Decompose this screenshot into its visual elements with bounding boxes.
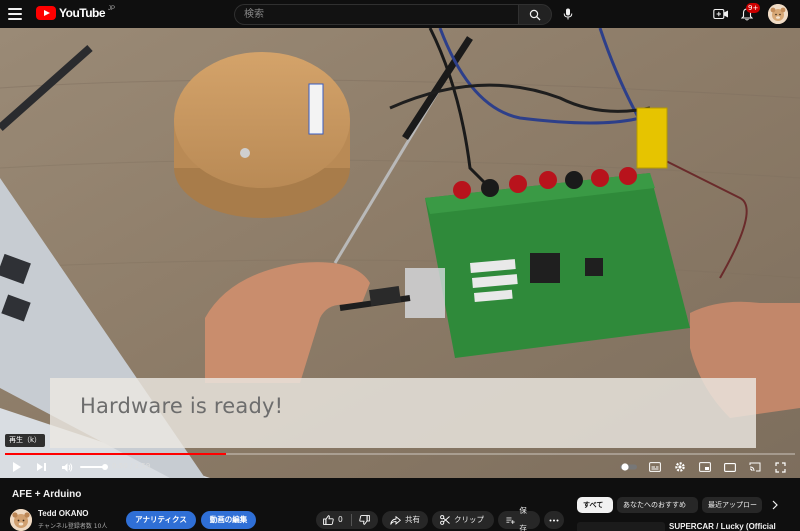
miniplayer-button[interactable] xyxy=(698,460,712,474)
channel-avatar-image xyxy=(10,509,32,531)
player-controls: 0:50 / 2:59 xyxy=(0,456,800,478)
subscriber-count: チャンネル登録者数 10人 xyxy=(38,523,108,530)
more-horizontal-icon xyxy=(549,519,559,521)
fullscreen-button[interactable] xyxy=(773,460,787,474)
recommendation-title[interactable]: SUPERCAR / Lucky (Official xyxy=(669,522,776,531)
menu-icon[interactable] xyxy=(8,5,26,23)
mute-button[interactable] xyxy=(60,460,74,474)
like-button[interactable]: 0 xyxy=(323,511,343,529)
play-button[interactable] xyxy=(10,460,24,474)
autoplay-toggle[interactable] xyxy=(620,460,638,474)
youtube-watch-page: YouTube JP 9+ xyxy=(0,0,800,531)
cast-icon xyxy=(749,462,761,472)
save-button[interactable]: 保存 xyxy=(498,506,540,531)
analytics-button[interactable]: アナリティクス xyxy=(126,511,196,529)
search-input[interactable] xyxy=(234,4,518,25)
share-icon xyxy=(390,515,401,525)
avatar-image xyxy=(768,4,788,24)
microphone-icon xyxy=(563,8,573,20)
video-caption-text: Hardware is ready! xyxy=(80,394,284,418)
clip-button[interactable]: クリップ xyxy=(432,511,494,529)
skip-next-icon xyxy=(36,463,46,471)
gear-icon xyxy=(675,462,685,472)
play-tooltip: 再生（k） xyxy=(5,434,46,447)
channel-name[interactable]: Tedd OKANO xyxy=(38,509,89,518)
channel-avatar[interactable] xyxy=(10,509,32,531)
recommendation-thumbnail[interactable] xyxy=(577,522,665,531)
more-actions-button[interactable] xyxy=(544,511,564,529)
search-bar xyxy=(234,4,552,25)
share-button[interactable]: 共有 xyxy=(382,511,428,529)
play-icon xyxy=(13,462,21,472)
clip-label: クリップ xyxy=(454,515,484,524)
progress-bar[interactable] xyxy=(5,453,795,455)
dislike-button[interactable] xyxy=(359,515,370,525)
notification-count-badge: 9+ xyxy=(746,3,761,13)
chip-recently-uploaded[interactable]: 最近アップロー xyxy=(702,497,762,513)
autoplay-toggle-icon xyxy=(620,463,637,471)
current-time: 0:50 xyxy=(112,462,128,470)
account-avatar[interactable] xyxy=(768,4,788,24)
playlist-add-icon xyxy=(506,517,515,524)
scissors-icon xyxy=(440,515,450,525)
video-title: AFE + Arduino xyxy=(12,489,82,500)
chip-recommended[interactable]: あなたへのおすすめ xyxy=(617,497,698,513)
fullscreen-icon xyxy=(774,461,786,473)
create-button[interactable] xyxy=(712,6,730,22)
youtube-play-logo-icon xyxy=(36,6,56,20)
thumbs-down-icon xyxy=(359,515,370,525)
voice-search-button[interactable] xyxy=(558,4,578,24)
duration: 2:59 xyxy=(134,462,151,470)
chip-all[interactable]: すべて xyxy=(577,497,613,513)
logo-region: JP xyxy=(108,6,116,12)
edit-video-button[interactable]: 動画の編集 xyxy=(201,511,256,529)
logo-text: YouTube xyxy=(59,6,106,20)
subtitles-icon xyxy=(649,462,661,472)
like-count: 0 xyxy=(338,515,343,524)
youtube-logo[interactable]: YouTube JP xyxy=(36,6,115,20)
share-label: 共有 xyxy=(405,515,420,524)
search-button[interactable] xyxy=(518,4,552,25)
progress-played xyxy=(5,453,227,455)
thumbs-up-icon xyxy=(323,515,334,525)
cast-button[interactable] xyxy=(748,460,762,474)
chips-next-button[interactable] xyxy=(768,497,782,513)
like-divider xyxy=(350,514,352,526)
search-icon xyxy=(529,9,541,20)
time-display: 0:50 / 2:59 xyxy=(112,462,151,470)
volume-icon xyxy=(62,462,73,472)
theater-mode-button[interactable] xyxy=(723,460,737,474)
chevron-right-icon xyxy=(772,500,778,510)
save-label: 保存 xyxy=(519,506,527,531)
create-video-icon xyxy=(713,8,728,20)
video-player[interactable]: Hardware is ready! 再生（k） 0:50 / 2:59 xyxy=(0,28,800,478)
like-dislike-group: 0 xyxy=(316,511,378,529)
volume-slider-knob[interactable] xyxy=(102,464,108,470)
settings-button[interactable] xyxy=(673,460,687,474)
next-button[interactable] xyxy=(34,460,48,474)
theater-mode-icon xyxy=(724,462,736,472)
subtitles-button[interactable] xyxy=(648,460,662,474)
masthead: YouTube JP 9+ xyxy=(0,0,800,28)
miniplayer-icon xyxy=(699,462,711,472)
